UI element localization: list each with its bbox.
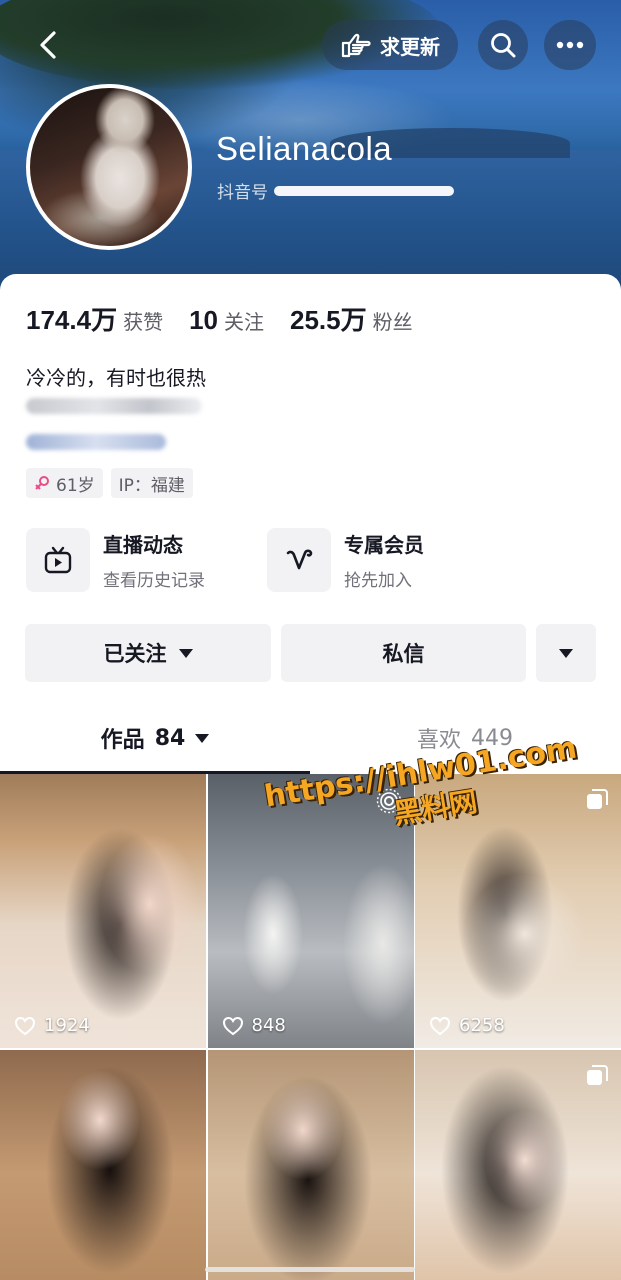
stat-followers[interactable]: 25.5万 粉丝 [290, 300, 413, 337]
followed-button[interactable]: 已关注 [25, 624, 271, 682]
tile-likes-count: 1924 [44, 1015, 90, 1036]
multi-image-icon [585, 1064, 609, 1092]
more-dots-icon [556, 41, 584, 49]
heart-icon [14, 1016, 36, 1035]
video-tile[interactable] [415, 1050, 621, 1280]
caret-down-icon [195, 733, 210, 743]
tile-likes: 6258 [429, 1015, 505, 1036]
redacted-id [274, 185, 454, 196]
live-history-entry[interactable]: 直播动态 查看历史记录 [26, 528, 205, 592]
hand-point-icon [341, 33, 371, 58]
douyin-id-label: 抖音号 [217, 183, 268, 203]
profile-actions: 已关注 私信 [25, 624, 596, 682]
profile-banner: 求更新 Selianacola 抖音号 [0, 0, 621, 300]
message-label: 私信 [382, 642, 425, 666]
redacted-bio-line [26, 398, 202, 414]
tab-works-count: 84 [154, 725, 186, 751]
douyin-id: 抖音号 [217, 178, 454, 203]
video-tile[interactable] [0, 1050, 206, 1280]
avatar[interactable] [26, 84, 192, 250]
exclusive-member-entry[interactable]: 专属会员 抢先加入 [267, 528, 424, 592]
followed-label: 已关注 [103, 642, 167, 666]
search-button[interactable] [478, 20, 528, 70]
likes-count: 174.4万 [26, 305, 118, 335]
request-update-label: 求更新 [380, 34, 440, 59]
request-update-button[interactable]: 求更新 [322, 20, 458, 70]
message-button[interactable]: 私信 [281, 624, 526, 682]
likes-label: 获赞 [123, 310, 164, 334]
tab-works-label: 作品 [100, 728, 145, 753]
more-actions-button[interactable] [536, 624, 596, 682]
following-label: 关注 [224, 310, 264, 334]
video-grid: 1924 848 6258 [0, 774, 621, 1280]
ip-label: IP：福建 [118, 475, 185, 496]
live-subtitle: 查看历史记录 [103, 571, 205, 591]
redacted-mention [26, 434, 166, 450]
age-label: 61岁 [56, 475, 95, 496]
heart-icon [222, 1016, 243, 1035]
female-icon [35, 476, 49, 490]
tile-likes-count: 6258 [459, 1015, 505, 1036]
caret-down-icon [559, 648, 573, 658]
tab-works[interactable]: 作品 84 [0, 702, 310, 774]
profile-tags: 61岁 IP：福建 [26, 468, 193, 498]
live-tv-icon [26, 528, 90, 592]
stat-following[interactable]: 10 关注 [189, 305, 264, 336]
member-subtitle: 抢先加入 [344, 571, 412, 591]
back-button[interactable] [24, 20, 74, 70]
age-tag: 61岁 [26, 468, 103, 498]
member-v-icon [267, 528, 331, 592]
home-indicator [205, 1267, 415, 1272]
search-icon [491, 33, 516, 58]
multi-image-icon [585, 788, 609, 816]
username: Selianacola [216, 130, 393, 167]
tile-likes: 1924 [14, 1015, 90, 1036]
heart-icon [429, 1016, 451, 1035]
live-title: 直播动态 [103, 533, 183, 557]
tile-likes: 848 [222, 1015, 286, 1036]
tile-likes-count: 848 [251, 1015, 286, 1036]
caret-down-icon [178, 648, 193, 658]
ip-tag: IP：福建 [110, 468, 193, 498]
following-count: 10 [189, 305, 218, 335]
followers-count: 25.5万 [290, 305, 367, 335]
chevron-left-icon [40, 31, 56, 59]
more-button[interactable] [544, 20, 596, 70]
member-title: 专属会员 [344, 533, 424, 557]
video-tile[interactable]: 1924 [0, 774, 206, 1048]
profile-stats: 174.4万 获赞 10 关注 25.5万 粉丝 [26, 300, 439, 337]
stat-likes[interactable]: 174.4万 获赞 [26, 300, 163, 337]
followers-label: 粉丝 [372, 310, 413, 334]
bio-text: 冷冷的，有时也很热 [26, 366, 206, 390]
video-tile[interactable] [207, 1050, 414, 1280]
